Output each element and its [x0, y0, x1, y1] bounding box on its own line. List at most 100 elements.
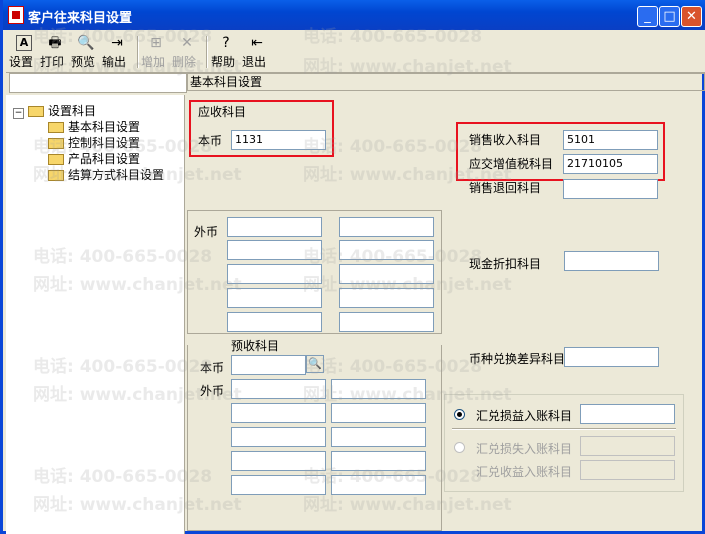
sales-return-input[interactable] [563, 179, 658, 199]
tree-item-basic[interactable]: 基本科目设置 [48, 118, 140, 135]
exit-icon: ⇤ [251, 35, 263, 51]
advance-foreign-input[interactable] [231, 475, 326, 495]
magnifier-icon: 🔍 [77, 35, 95, 51]
open-folder-icon [28, 106, 44, 117]
help-button[interactable]: ? 帮助 [211, 33, 241, 69]
receivable-foreign-input[interactable] [339, 217, 434, 237]
cash-discount-label: 现金折扣科目 [469, 257, 542, 271]
fx-diff-label: 币种兑换差异科目 [469, 352, 566, 366]
receivable-foreign-input[interactable] [339, 288, 434, 308]
exchange-gain-loss-input[interactable] [580, 404, 675, 424]
preview-label: 预览 [71, 55, 96, 69]
receivable-foreign-input[interactable] [227, 312, 322, 332]
add-button[interactable]: ⊞ 增加 [141, 33, 171, 69]
tree-root[interactable]: 设置科目 [28, 102, 96, 119]
tree-root-label: 设置科目 [48, 104, 97, 118]
receivable-local-input[interactable]: 1131 [231, 130, 326, 150]
vat-label: 应交增值税科目 [469, 157, 554, 171]
toolbar: A 设置 🖶 打印 🔍 预览 ⇥ 输出 ⊞ 增加 ✕ 删除 ? 帮助 ⇤ 退出 [6, 30, 705, 73]
tree-item-label: 控制科目设置 [68, 136, 141, 150]
exchange-income-label: 汇兑收益入账科目 [476, 465, 573, 479]
advance-local-input[interactable] [231, 355, 306, 375]
receivable-foreign-input[interactable] [227, 288, 322, 308]
advance-foreign-input[interactable] [331, 451, 426, 471]
app-window: 客户往来科目设置 _ □ ✕ A 设置 🖶 打印 🔍 预览 ⇥ 输出 ⊞ 增加 … [0, 0, 705, 534]
minimize-button[interactable]: _ [637, 6, 658, 27]
receivable-foreign-input[interactable] [339, 264, 434, 284]
advance-local-label: 本币 [200, 361, 225, 375]
delete-icon: ✕ [181, 35, 193, 51]
app-icon [8, 6, 24, 24]
tree-item-label: 基本科目设置 [68, 120, 141, 134]
receivable-foreign-input[interactable] [227, 264, 322, 284]
tree-item-control[interactable]: 控制科目设置 [48, 134, 140, 151]
receivable-foreign-input[interactable] [227, 217, 322, 237]
advance-foreign-input[interactable] [331, 475, 426, 495]
tree-item-product[interactable]: 产品科目设置 [48, 150, 140, 167]
receivable-foreign-input[interactable] [227, 240, 322, 260]
open-folder-icon [48, 122, 64, 133]
exchange-loss-label: 汇兑损失入账科目 [476, 442, 573, 456]
exchange-gain-loss-radio[interactable] [454, 409, 465, 420]
vat-input[interactable]: 21710105 [563, 154, 658, 174]
delete-label: 删除 [172, 55, 197, 69]
receivable-local-label: 本币 [198, 134, 223, 148]
folder-icon [48, 138, 64, 149]
tree-header [9, 73, 187, 93]
exchange-loss-radio[interactable] [454, 442, 465, 453]
close-button[interactable]: ✕ [681, 6, 702, 27]
add-label: 增加 [141, 55, 166, 69]
advance-foreign-label: 外币 [200, 384, 225, 398]
add-icon: ⊞ [150, 35, 162, 51]
exchange-gain-loss-label: 汇兑损益入账科目 [476, 409, 573, 423]
settings-button[interactable]: A 设置 [9, 33, 39, 69]
exchange-loss-input[interactable] [580, 436, 675, 456]
tree-collapse-toggle[interactable]: − [13, 108, 24, 119]
delete-button[interactable]: ✕ 删除 [172, 33, 202, 69]
toolbar-separator [206, 36, 208, 68]
receivable-heading: 应收科目 [198, 105, 247, 119]
title-bar: 客户往来科目设置 _ □ ✕ [3, 0, 705, 30]
advance-foreign-input[interactable] [231, 403, 326, 423]
cash-discount-input[interactable] [564, 251, 659, 271]
fx-diff-input[interactable] [564, 347, 659, 367]
advance-foreign-input[interactable] [231, 451, 326, 471]
sales-income-label: 销售收入科目 [469, 133, 542, 147]
export-icon: ⇥ [111, 35, 123, 51]
exit-label: 退出 [242, 55, 267, 69]
advance-foreign-input[interactable] [331, 403, 426, 423]
settings-icon: A [16, 35, 32, 51]
settings-label: 设置 [9, 55, 34, 69]
receivable-foreign-label: 外币 [194, 225, 219, 239]
export-button[interactable]: ⇥ 输出 [102, 33, 132, 69]
receivable-foreign-input[interactable] [339, 240, 434, 260]
advance-foreign-input[interactable] [231, 379, 326, 399]
preview-button[interactable]: 🔍 预览 [71, 33, 101, 69]
exchange-income-input[interactable] [580, 460, 675, 480]
print-button[interactable]: 🖶 打印 [40, 33, 70, 69]
advance-heading: 预收科目 [231, 339, 280, 353]
tree-item-settlement[interactable]: 结算方式科目设置 [48, 166, 164, 183]
tree-item-label: 结算方式科目设置 [68, 168, 165, 182]
export-label: 输出 [102, 55, 127, 69]
sales-income-input[interactable]: 5101 [563, 130, 658, 150]
maximize-button[interactable]: □ [659, 6, 680, 27]
receivable-foreign-input[interactable] [339, 312, 434, 332]
print-label: 打印 [40, 55, 65, 69]
advance-foreign-input[interactable] [331, 427, 426, 447]
toolbar-separator [137, 36, 139, 68]
window-title: 客户往来科目设置 [28, 11, 133, 26]
printer-icon: 🖶 [48, 35, 62, 51]
advance-foreign-input[interactable] [231, 427, 326, 447]
folder-icon [48, 170, 64, 181]
help-icon: ? [222, 35, 230, 51]
breadcrumb: 基本科目设置 [187, 73, 705, 91]
sales-return-label: 销售退回科目 [469, 181, 542, 195]
tree-item-label: 产品科目设置 [68, 152, 141, 166]
group-divider [452, 428, 676, 430]
folder-icon [48, 154, 64, 165]
help-label: 帮助 [211, 55, 236, 69]
advance-foreign-input[interactable] [331, 379, 426, 399]
lookup-search-icon[interactable]: 🔍 [306, 355, 324, 373]
exit-button[interactable]: ⇤ 退出 [242, 33, 272, 69]
